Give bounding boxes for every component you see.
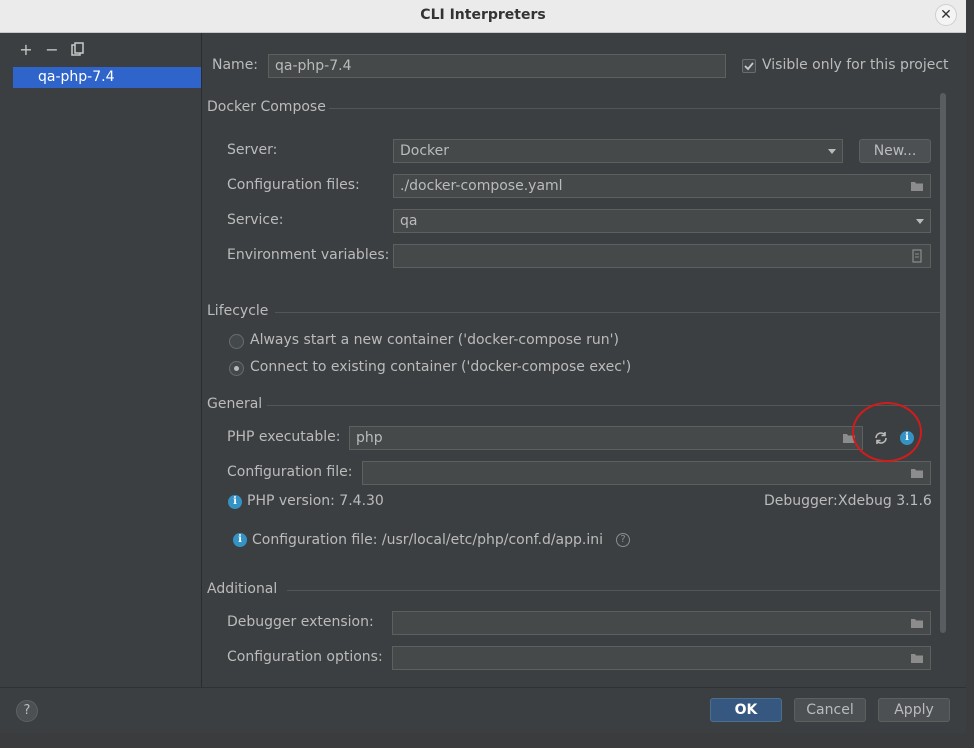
vertical-scrollbar[interactable] [940, 93, 946, 633]
docker-compose-section-title: Docker Compose [207, 99, 326, 115]
ok-button[interactable]: OK [710, 698, 782, 722]
config-files-value: ./docker-compose.yaml [400, 178, 563, 194]
lifecycle-run-radio[interactable] [229, 334, 244, 349]
additional-section-title: Additional [207, 581, 278, 597]
php-exec-label: PHP executable: [227, 429, 341, 445]
server-select[interactable]: Docker [393, 139, 843, 163]
cli-interpreters-dialog: CLI Interpreters ✕ + − qa-php-7.4 Name: … [0, 0, 966, 733]
server-label: Server: [227, 142, 278, 158]
window-title: CLI Interpreters [420, 7, 546, 23]
chevron-down-icon [916, 219, 924, 224]
lifecycle-exec-label[interactable]: Connect to existing container ('docker-c… [250, 359, 631, 375]
php-exec-field[interactable]: php [349, 426, 863, 450]
section-divider [275, 312, 941, 313]
help-button[interactable]: ? [16, 700, 38, 722]
section-divider [329, 108, 941, 109]
general-section-title: General [207, 396, 263, 412]
php-exec-value: php [356, 430, 383, 446]
apply-button[interactable]: Apply [878, 698, 950, 722]
new-server-button[interactable]: New... [859, 139, 931, 163]
visible-only-checkbox[interactable] [742, 59, 756, 73]
help-icon[interactable]: ? [616, 533, 630, 547]
folder-icon[interactable] [910, 616, 924, 630]
php-version-text: PHP version: 7.4.30 [247, 493, 384, 509]
remove-icon[interactable]: − [44, 42, 60, 58]
interpreters-sidebar: + − qa-php-7.4 [0, 33, 202, 687]
add-icon[interactable]: + [18, 42, 34, 58]
close-icon[interactable]: ✕ [935, 4, 957, 26]
title-bar: CLI Interpreters ✕ [0, 0, 966, 33]
folder-icon[interactable] [910, 179, 924, 193]
config-file-field[interactable] [362, 461, 931, 485]
lifecycle-run-label[interactable]: Always start a new container ('docker-co… [250, 332, 619, 348]
config-file-label: Configuration file: [227, 464, 353, 480]
name-field[interactable]: qa-php-7.4 [268, 54, 726, 78]
env-vars-label: Environment variables: [227, 247, 390, 263]
server-value: Docker [400, 143, 450, 159]
debugger-value: Xdebug 3.1.6 [838, 493, 932, 509]
service-select[interactable]: qa [393, 209, 931, 233]
copy-icon[interactable] [70, 42, 86, 58]
dialog-footer: ? OK Cancel Apply [0, 687, 966, 733]
chevron-down-icon [828, 149, 836, 154]
sidebar-item-qa-php[interactable]: qa-php-7.4 [13, 67, 201, 88]
config-options-label: Configuration options: [227, 649, 383, 665]
lifecycle-exec-radio[interactable] [229, 361, 244, 376]
config-files-field[interactable]: ./docker-compose.yaml [393, 174, 931, 198]
cancel-button[interactable]: Cancel [794, 698, 866, 722]
config-files-label: Configuration files: [227, 177, 360, 193]
document-icon[interactable] [910, 249, 924, 263]
interpreter-settings: Name: qa-php-7.4 Visible only for this p… [203, 33, 966, 687]
section-divider [287, 590, 941, 591]
folder-icon[interactable] [910, 466, 924, 480]
config-file-info-text: Configuration file: /usr/local/etc/php/c… [252, 532, 604, 548]
config-options-field[interactable] [392, 646, 931, 670]
env-vars-field[interactable] [393, 244, 931, 268]
service-value: qa [400, 213, 418, 229]
visible-only-label: Visible only for this project [762, 57, 949, 73]
debugger-ext-label: Debugger extension: [227, 614, 374, 630]
service-label: Service: [227, 212, 284, 228]
annotation-circle [852, 402, 922, 462]
info-icon: i [228, 495, 242, 509]
debugger-ext-field[interactable] [392, 611, 931, 635]
folder-icon[interactable] [910, 651, 924, 665]
name-label: Name: [212, 57, 259, 73]
lifecycle-section-title: Lifecycle [207, 303, 269, 319]
debugger-label: Debugger: [764, 493, 838, 509]
info-icon: i [233, 533, 247, 547]
section-divider [267, 405, 941, 406]
